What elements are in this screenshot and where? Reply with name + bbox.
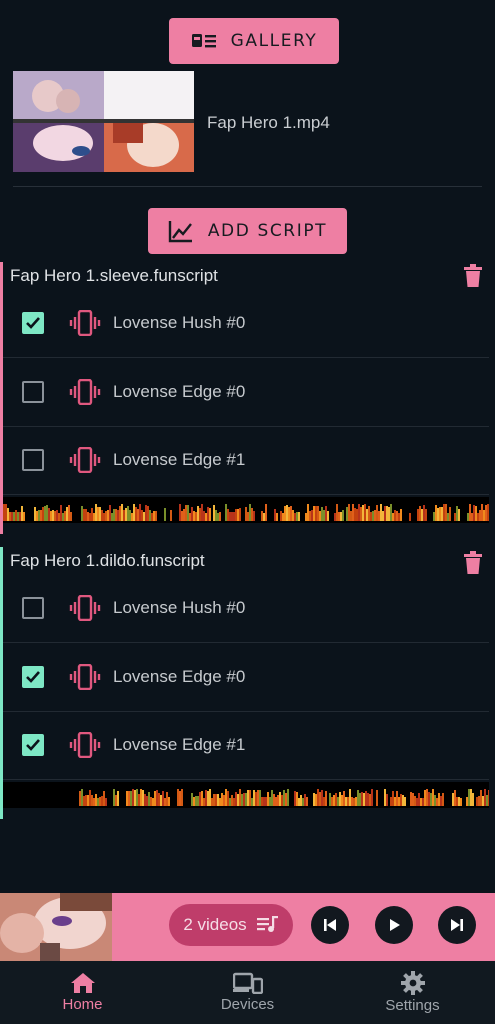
devices-icon xyxy=(232,972,263,994)
vibrate-icon xyxy=(69,732,101,758)
device-label: Lovense Hush #0 xyxy=(113,313,246,332)
device-checkbox-checked[interactable] xyxy=(22,666,44,688)
gear-icon xyxy=(400,971,425,995)
home-icon xyxy=(70,973,95,993)
video-thumbnail[interactable] xyxy=(13,71,194,172)
gallery-label: GALLERY xyxy=(230,31,318,51)
next-button[interactable] xyxy=(438,906,476,944)
check-icon xyxy=(26,739,40,751)
nav-devices-label: Devices xyxy=(220,996,275,1013)
add-script-button[interactable]: ADD SCRIPT xyxy=(148,208,347,254)
playlist-icon xyxy=(256,916,278,932)
video-name: Fap Hero 1.mp4 xyxy=(207,113,330,132)
skip-previous-icon xyxy=(324,919,336,931)
mini-player: 2 videos xyxy=(0,893,495,961)
trash-icon[interactable] xyxy=(463,264,483,288)
device-label: Lovense Edge #0 xyxy=(113,667,246,686)
nav-settings-label: Settings xyxy=(385,997,440,1014)
play-button[interactable] xyxy=(375,906,413,944)
divider xyxy=(13,186,482,187)
nav-home-label: Home xyxy=(62,996,103,1013)
playlist-label: 2 videos xyxy=(183,915,247,934)
nav-home[interactable]: Home xyxy=(0,961,165,1024)
playlist-chip[interactable]: 2 videos xyxy=(169,904,293,946)
trash-icon[interactable] xyxy=(463,551,483,575)
script-card: Fap Hero 1.sleeve.funscript Lovense Hush… xyxy=(0,262,495,534)
video-thumbnail-image xyxy=(13,71,194,172)
device-checkbox[interactable] xyxy=(22,449,44,471)
vibrate-icon xyxy=(69,379,101,405)
check-icon xyxy=(26,317,40,329)
vibrate-icon xyxy=(69,447,101,473)
nav-devices[interactable]: Devices xyxy=(165,961,330,1024)
heatmap-graphic xyxy=(79,789,489,806)
device-checkbox[interactable] xyxy=(22,597,44,619)
script-heatmap xyxy=(3,497,489,523)
player-thumbnail[interactable] xyxy=(0,893,112,961)
device-label: Lovense Edge #1 xyxy=(113,735,246,754)
chart-line-icon xyxy=(168,221,192,243)
device-row[interactable]: Lovense Edge #1 xyxy=(3,712,489,780)
previous-button[interactable] xyxy=(311,906,349,944)
vibrate-icon xyxy=(69,310,101,336)
device-checkbox-checked[interactable] xyxy=(22,734,44,756)
device-row[interactable]: Lovense Edge #0 xyxy=(3,644,489,712)
play-icon xyxy=(390,919,400,931)
script-heatmap xyxy=(3,782,489,808)
gallery-icon xyxy=(191,34,216,48)
device-checkbox[interactable] xyxy=(22,381,44,403)
check-icon xyxy=(26,671,40,683)
gallery-button[interactable]: GALLERY xyxy=(169,18,339,64)
heatmap-graphic xyxy=(3,504,489,521)
device-checkbox-checked[interactable] xyxy=(22,312,44,334)
player-thumbnail-image xyxy=(0,893,112,961)
vibrate-icon xyxy=(69,664,101,690)
script-card: Fap Hero 1.dildo.funscript Lovense Hush … xyxy=(0,547,495,819)
device-row[interactable]: Lovense Hush #0 xyxy=(3,290,489,358)
script-title: Fap Hero 1.sleeve.funscript xyxy=(10,266,218,285)
script-title: Fap Hero 1.dildo.funscript xyxy=(10,551,205,570)
skip-next-icon xyxy=(451,919,463,931)
device-row[interactable]: Lovense Edge #1 xyxy=(3,427,489,495)
device-label: Lovense Hush #0 xyxy=(113,598,246,617)
device-label: Lovense Edge #1 xyxy=(113,450,246,469)
bottom-navigation: Home Devices Settings xyxy=(0,961,495,1024)
nav-settings[interactable]: Settings xyxy=(330,961,495,1024)
device-label: Lovense Edge #0 xyxy=(113,382,246,401)
device-row[interactable]: Lovense Edge #0 xyxy=(3,359,489,427)
add-script-label: ADD SCRIPT xyxy=(207,221,328,241)
device-row[interactable]: Lovense Hush #0 xyxy=(3,575,489,643)
vibrate-icon xyxy=(69,595,101,621)
